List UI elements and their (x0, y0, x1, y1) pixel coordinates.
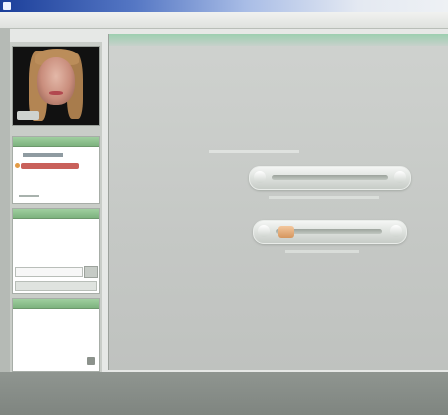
highlighted-contact-row[interactable] (21, 163, 79, 169)
chat-panel (12, 208, 100, 294)
panel-header (13, 209, 99, 219)
slider-left-cap-icon[interactable] (254, 171, 266, 183)
slider-thumb[interactable] (278, 226, 294, 238)
panel-header (13, 299, 99, 309)
bottom-status-area (0, 372, 448, 415)
slider-left-cap-icon[interactable] (258, 225, 270, 237)
app-icon (3, 2, 11, 10)
left-gutter (0, 28, 10, 372)
webcam-video-panel[interactable] (12, 46, 100, 126)
section-label (209, 150, 299, 153)
resize-grip-icon[interactable] (87, 357, 95, 365)
main-header-strip (109, 34, 448, 46)
video-lips (49, 91, 63, 95)
chat-toolbar[interactable] (15, 281, 97, 291)
contacts-panel (12, 136, 100, 204)
video-badge[interactable] (17, 111, 39, 120)
slider-track[interactable] (272, 175, 388, 180)
chat-input[interactable] (15, 267, 83, 277)
slider-right-cap-icon[interactable] (390, 225, 402, 237)
volume-slider[interactable] (249, 166, 411, 190)
panel-header (13, 137, 99, 147)
panel-footer-line (19, 195, 39, 197)
slider-right-cap-icon[interactable] (394, 171, 406, 183)
progress-slider-caption (285, 250, 359, 253)
status-dot-icon (15, 163, 20, 168)
notes-panel (12, 298, 100, 372)
progress-slider[interactable] (253, 220, 407, 244)
main-content-area (108, 34, 448, 370)
video-face (37, 57, 75, 105)
volume-slider-caption (269, 196, 379, 199)
contact-row[interactable] (23, 153, 63, 157)
send-button[interactable] (84, 266, 98, 278)
title-bar (0, 0, 448, 12)
menu-bar (0, 12, 448, 29)
